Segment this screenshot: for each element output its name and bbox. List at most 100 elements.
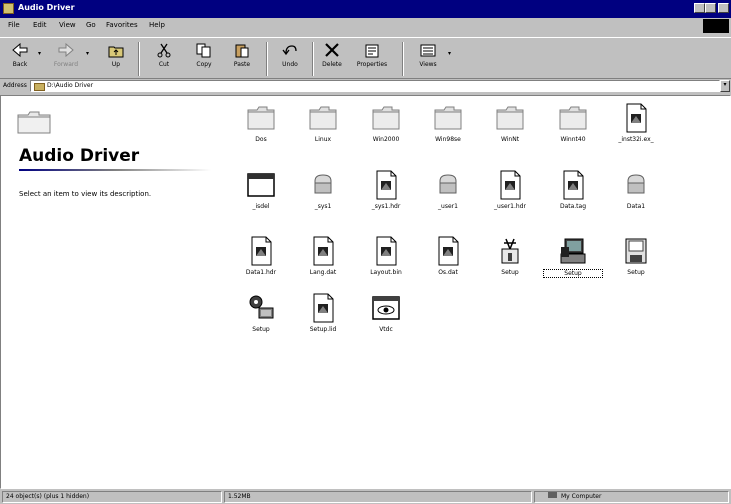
file-item[interactable]: Vtdc xyxy=(356,292,416,333)
file-name: _isdel xyxy=(252,203,270,210)
folder-title: Audio Driver xyxy=(19,146,140,166)
cabinet-icon xyxy=(432,169,464,201)
file-name: Lang.dat xyxy=(309,269,337,276)
views-label: Views xyxy=(419,61,437,68)
file-item[interactable]: Winnt40 xyxy=(543,102,603,143)
file-item[interactable]: Setup xyxy=(606,235,666,276)
file-item[interactable]: Dos xyxy=(231,102,291,143)
file-item[interactable]: Linux xyxy=(293,102,353,143)
file-name: Winnt40 xyxy=(560,136,586,143)
file-item[interactable]: Data.tag xyxy=(543,169,603,210)
eye-window-icon xyxy=(370,292,402,324)
views-button[interactable]: Views xyxy=(410,43,446,68)
undo-icon xyxy=(282,45,297,56)
minimize-button[interactable] xyxy=(694,3,705,13)
document-icon xyxy=(245,235,277,267)
document-icon xyxy=(307,292,339,324)
properties-button[interactable]: Properties xyxy=(350,43,394,68)
delete-button[interactable]: Delete xyxy=(314,43,350,68)
title-bar[interactable]: Audio Driver xyxy=(0,0,731,18)
address-input[interactable]: D:\Audio Driver xyxy=(30,80,720,92)
menu-view[interactable]: View xyxy=(59,21,76,29)
cut-button[interactable]: Cut xyxy=(146,43,182,68)
paste-button[interactable]: Paste xyxy=(224,43,260,68)
delete-x-icon xyxy=(325,43,339,57)
file-item[interactable]: Os.dat xyxy=(418,235,478,276)
folder-icon xyxy=(432,102,464,134)
menu-go[interactable]: Go xyxy=(86,21,96,29)
document-icon xyxy=(370,235,402,267)
menu-help[interactable]: Help xyxy=(149,21,165,29)
status-zone-label: My Computer xyxy=(561,493,602,500)
cut-label: Cut xyxy=(158,61,170,68)
file-item[interactable]: Setup xyxy=(543,235,603,278)
file-item[interactable]: _user1 xyxy=(418,169,478,210)
back-dropdown-icon[interactable]: ▾ xyxy=(38,50,41,57)
undo-button[interactable]: Undo xyxy=(272,43,308,68)
file-name: WinNt xyxy=(500,136,520,143)
forward-arrow-icon xyxy=(58,43,74,58)
file-item[interactable]: _user1.hdr xyxy=(480,169,540,210)
file-name: Data1.hdr xyxy=(245,269,277,276)
file-name: _user1.hdr xyxy=(494,203,526,210)
scissors-icon xyxy=(157,43,171,58)
cabinet-icon xyxy=(307,169,339,201)
back-button[interactable]: Back xyxy=(2,43,38,68)
views-dropdown-icon[interactable]: ▾ xyxy=(448,50,451,57)
forward-button[interactable]: Forward xyxy=(48,43,84,68)
up-button[interactable]: Up xyxy=(98,43,134,68)
file-item[interactable]: Setup xyxy=(231,292,291,333)
file-name: Setup.lid xyxy=(309,326,337,333)
address-dropdown-button[interactable]: ▾ xyxy=(720,80,730,92)
folder-view[interactable]: Audio Driver Select an item to view its … xyxy=(0,95,731,489)
file-item[interactable]: Layout.bin xyxy=(356,235,416,276)
file-item[interactable]: Data1 xyxy=(606,169,666,210)
back-arrow-icon xyxy=(12,43,28,58)
copy-button[interactable]: Copy xyxy=(186,43,222,68)
address-label: Address xyxy=(3,82,27,89)
file-item[interactable]: _sys1 xyxy=(293,169,353,210)
maximize-button[interactable] xyxy=(705,3,716,13)
menu-favorites[interactable]: Favorites xyxy=(106,21,138,29)
folder-icon xyxy=(3,3,14,14)
paste-label: Paste xyxy=(233,61,251,68)
file-item[interactable]: _inst32i.ex_ xyxy=(606,102,666,143)
folder-icon xyxy=(557,102,589,134)
status-zone: My Computer xyxy=(534,491,729,503)
forward-label: Forward xyxy=(53,61,79,68)
file-name: _sys1.hdr xyxy=(371,203,401,210)
paste-icon xyxy=(235,44,249,58)
undo-label: Undo xyxy=(282,61,298,68)
properties-label: Properties xyxy=(356,61,388,68)
folder-icon xyxy=(245,102,277,134)
file-item[interactable]: Setup xyxy=(480,235,540,276)
title-divider xyxy=(19,169,211,171)
file-item[interactable]: Data1.hdr xyxy=(231,235,291,276)
forward-dropdown-icon[interactable]: ▾ xyxy=(86,50,89,57)
file-item[interactable]: Setup.lid xyxy=(293,292,353,333)
file-name: Linux xyxy=(314,136,332,143)
document-icon xyxy=(307,235,339,267)
file-item[interactable]: WinNt xyxy=(480,102,540,143)
back-label: Back xyxy=(12,61,28,68)
folder-icon xyxy=(307,102,339,134)
file-name: Data1 xyxy=(626,203,646,210)
file-item[interactable]: _isdel xyxy=(231,169,291,210)
menu-edit[interactable]: Edit xyxy=(33,21,47,29)
file-name: Setup xyxy=(501,269,519,276)
file-item[interactable]: Win2000 xyxy=(356,102,416,143)
views-icon xyxy=(420,44,436,57)
folder-icon xyxy=(370,102,402,134)
copy-label: Copy xyxy=(196,61,212,68)
file-item[interactable]: _sys1.hdr xyxy=(356,169,416,210)
menu-file[interactable]: File xyxy=(8,21,20,29)
document-icon xyxy=(432,235,464,267)
file-name: Vtdc xyxy=(379,326,393,333)
file-item[interactable]: Lang.dat xyxy=(293,235,353,276)
status-bar: 24 object(s) (plus 1 hidden) 1.52MB My C… xyxy=(0,489,731,504)
close-button[interactable] xyxy=(718,3,729,13)
window-icon xyxy=(245,169,277,201)
delete-label: Delete xyxy=(322,61,342,68)
file-name: Data.tag xyxy=(559,203,587,210)
file-item[interactable]: Win98se xyxy=(418,102,478,143)
